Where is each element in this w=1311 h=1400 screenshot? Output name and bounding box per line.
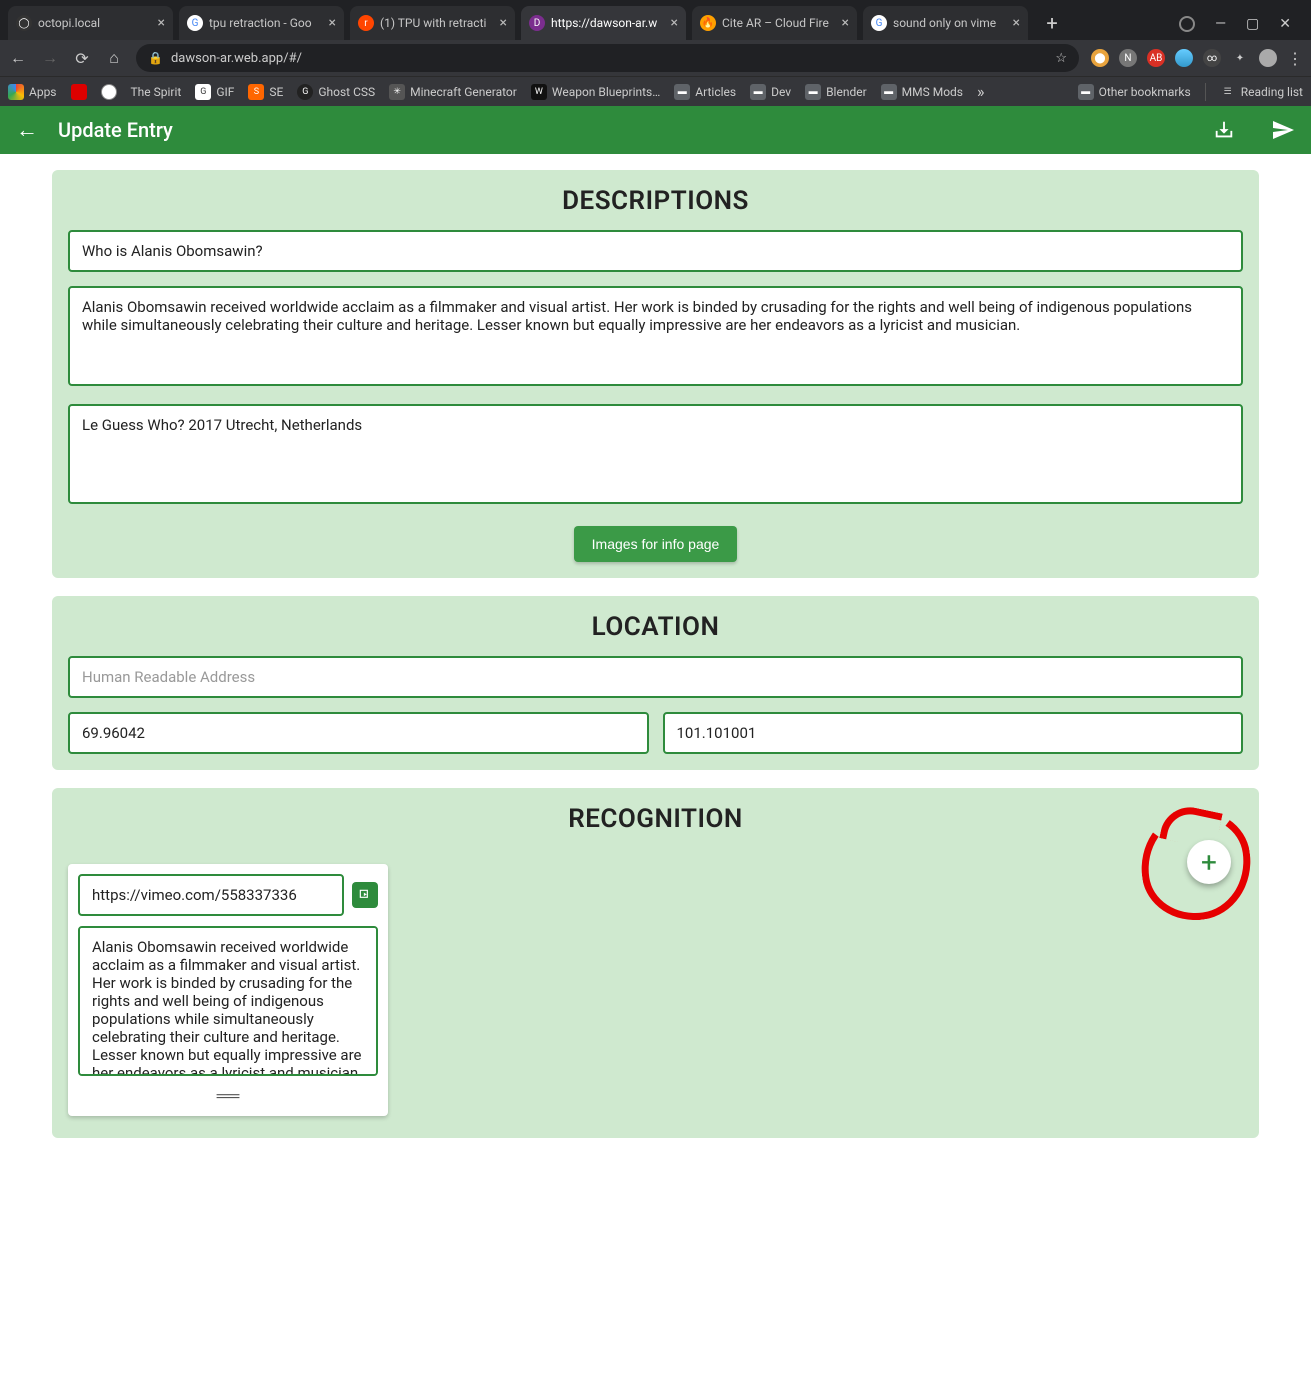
browser-tab[interactable]: r (1) TPU with retracti × bbox=[350, 6, 515, 40]
title-input[interactable] bbox=[68, 230, 1243, 272]
latitude-input[interactable] bbox=[68, 712, 649, 754]
recognition-item: ══ bbox=[68, 864, 388, 1116]
browser-tab-strip: ◯ octopi.local × G tpu retraction - Goo … bbox=[0, 0, 1311, 40]
favicon-icon: G bbox=[187, 15, 203, 31]
extension-icon[interactable]: ⬤ bbox=[1091, 49, 1109, 67]
maximize-icon[interactable]: ▢ bbox=[1246, 16, 1259, 32]
close-icon[interactable]: × bbox=[158, 15, 165, 31]
close-window-icon[interactable]: ✕ bbox=[1279, 16, 1291, 32]
bookmark-folder[interactable]: ▬Articles bbox=[674, 84, 736, 100]
bookmark-item[interactable]: GGIF bbox=[195, 84, 234, 100]
back-button[interactable]: ← bbox=[16, 117, 38, 143]
section-heading: RECOGNITION bbox=[68, 804, 1243, 834]
bookmark-item[interactable]: WWeapon Blueprints… bbox=[531, 84, 660, 100]
browser-tab-active[interactable]: D https://dawson-ar.w × bbox=[521, 6, 686, 40]
favicon-icon: 🔥 bbox=[700, 15, 716, 31]
longitude-input[interactable] bbox=[663, 712, 1244, 754]
extension-icon[interactable]: ∞ bbox=[1203, 49, 1221, 67]
extensions-menu-icon[interactable]: ✦ bbox=[1231, 49, 1249, 67]
lock-icon: 🔒 bbox=[148, 51, 163, 65]
body-textarea[interactable] bbox=[68, 286, 1243, 386]
drag-handle-icon[interactable]: ══ bbox=[78, 1086, 378, 1106]
bookmark-folder[interactable]: ▬MMS Mods bbox=[881, 84, 963, 100]
tab-title: Cite AR – Cloud Fire bbox=[722, 16, 836, 30]
bookmark-item[interactable] bbox=[101, 84, 117, 100]
browser-tab[interactable]: G sound only on vime × bbox=[863, 6, 1028, 40]
app-viewport: ← Update Entry DESCRIPTIONS Images for i… bbox=[0, 106, 1311, 1400]
bookmark-item[interactable]: GGhost CSS bbox=[297, 84, 375, 100]
bookmarks-bar: Apps The Spirit GGIF SSE GGhost CSS ✳Min… bbox=[0, 76, 1311, 106]
bookmark-folder[interactable]: ▬Dev bbox=[750, 84, 791, 100]
address-input[interactable] bbox=[68, 656, 1243, 698]
tab-title: (1) TPU with retracti bbox=[380, 16, 494, 30]
address-bar: ← → ⟳ ⌂ 🔒 dawson-ar.web.app/#/ ☆ ⬤ N AB … bbox=[0, 40, 1311, 76]
recognition-url-input[interactable] bbox=[78, 874, 344, 916]
tab-title: sound only on vime bbox=[893, 16, 1007, 30]
favicon-icon: G bbox=[871, 15, 887, 31]
close-icon[interactable]: × bbox=[1013, 15, 1020, 31]
tab-title: tpu retraction - Goo bbox=[209, 16, 323, 30]
kebab-menu-icon[interactable]: ⋮ bbox=[1287, 49, 1303, 68]
omnibox[interactable]: 🔒 dawson-ar.web.app/#/ ☆ bbox=[136, 44, 1079, 72]
favicon-icon: D bbox=[529, 15, 545, 31]
nav-forward-icon[interactable]: → bbox=[40, 48, 60, 68]
record-icon[interactable] bbox=[1179, 16, 1195, 32]
favicon-icon: r bbox=[358, 15, 374, 31]
close-icon[interactable]: × bbox=[329, 15, 336, 31]
page-title: Update Entry bbox=[58, 118, 173, 142]
section-heading: LOCATION bbox=[68, 612, 1243, 642]
browser-tab[interactable]: ◯ octopi.local × bbox=[8, 6, 173, 40]
other-bookmarks[interactable]: ▬Other bookmarks bbox=[1078, 84, 1191, 100]
favicon-icon: ◯ bbox=[16, 15, 32, 31]
close-icon[interactable]: × bbox=[842, 15, 849, 31]
bookmark-folder[interactable]: ▬Blender bbox=[805, 84, 867, 100]
add-recognition-button[interactable]: + bbox=[1187, 840, 1231, 884]
extension-icon[interactable]: N bbox=[1119, 49, 1137, 67]
new-tab-button[interactable]: + bbox=[1038, 9, 1066, 37]
home-icon[interactable]: ⌂ bbox=[104, 48, 124, 68]
window-controls: — ▢ ✕ bbox=[1179, 16, 1303, 40]
bookmark-item[interactable]: SSE bbox=[248, 84, 283, 100]
page-content: DESCRIPTIONS Images for info page LOCATI… bbox=[0, 154, 1311, 1400]
caption-textarea[interactable] bbox=[68, 404, 1243, 504]
bookmark-item[interactable]: The Spirit bbox=[131, 85, 182, 99]
send-button[interactable] bbox=[1271, 118, 1295, 142]
extension-icon[interactable] bbox=[1175, 49, 1193, 67]
recognition-desc-textarea[interactable] bbox=[78, 926, 378, 1076]
bookmark-item[interactable] bbox=[71, 84, 87, 100]
tab-title: https://dawson-ar.w bbox=[551, 16, 665, 30]
profile-avatar-icon[interactable] bbox=[1259, 49, 1277, 67]
minimize-icon[interactable]: — bbox=[1215, 16, 1226, 32]
close-icon[interactable]: × bbox=[500, 15, 507, 31]
nav-back-icon[interactable]: ← bbox=[8, 48, 28, 68]
section-heading: DESCRIPTIONS bbox=[68, 186, 1243, 216]
star-icon[interactable]: ☆ bbox=[1055, 51, 1067, 66]
reload-icon[interactable]: ⟳ bbox=[72, 49, 92, 68]
play-icon[interactable] bbox=[352, 882, 378, 908]
browser-tab[interactable]: 🔥 Cite AR – Cloud Fire × bbox=[692, 6, 857, 40]
close-icon[interactable]: × bbox=[671, 15, 678, 31]
extension-icon[interactable]: AB bbox=[1147, 49, 1165, 67]
toolbar-right-icons: ⬤ N AB ∞ ✦ ⋮ bbox=[1091, 49, 1303, 68]
app-header: ← Update Entry bbox=[0, 106, 1311, 154]
images-button[interactable]: Images for info page bbox=[574, 526, 738, 562]
descriptions-section: DESCRIPTIONS Images for info page bbox=[52, 170, 1259, 578]
bookmark-overflow-icon[interactable]: » bbox=[977, 82, 985, 101]
reading-list[interactable]: ☰Reading list bbox=[1220, 84, 1303, 100]
download-button[interactable] bbox=[1213, 119, 1235, 141]
browser-tab[interactable]: G tpu retraction - Goo × bbox=[179, 6, 344, 40]
bookmark-item[interactable]: ✳Minecraft Generator bbox=[389, 84, 517, 100]
location-section: LOCATION bbox=[52, 596, 1259, 770]
recognition-section: RECOGNITION + ══ bbox=[52, 788, 1259, 1138]
tab-title: octopi.local bbox=[38, 16, 152, 30]
bookmark-apps[interactable]: Apps bbox=[8, 84, 57, 100]
url-text: dawson-ar.web.app/#/ bbox=[171, 51, 302, 66]
